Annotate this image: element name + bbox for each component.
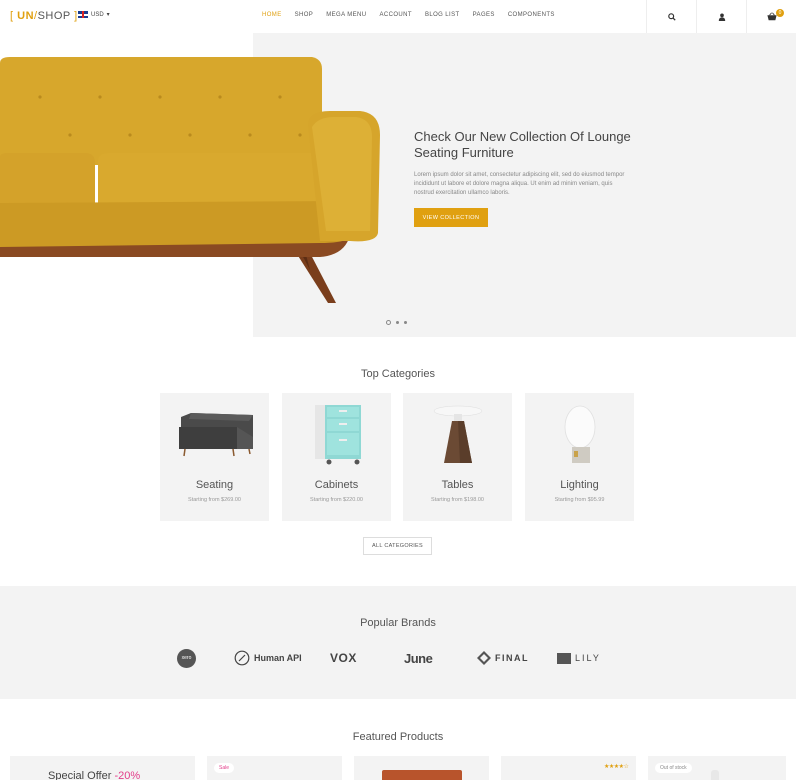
site-header: [ UN/SHOP ] USD ▾ HOME SHOP MEGA MENU AC… (0, 0, 796, 33)
final-logo-icon (477, 651, 491, 665)
cabinet-image (314, 405, 361, 465)
category-price: Starting from $220.00 (310, 497, 363, 503)
special-offer-text: Special Offer -20% (48, 770, 140, 780)
brand-name: VOX (330, 651, 357, 665)
brand-name: LILY (575, 653, 601, 663)
category-image-wrap (160, 401, 269, 471)
product-image (711, 770, 719, 780)
category-image-wrap (525, 401, 634, 471)
search-button[interactable] (646, 0, 696, 33)
category-name: Lighting (560, 479, 599, 491)
offer-percentage: -20% (114, 770, 141, 780)
category-name: Tables (441, 479, 474, 491)
category-image-wrap (282, 401, 391, 471)
logo-un: UN (17, 10, 35, 22)
lamp-image (564, 405, 595, 463)
rating-stars: ★★★★☆ (604, 764, 629, 770)
nav-blog-list[interactable]: BLOG LIST (425, 12, 460, 18)
brand-final[interactable]: FINAL (477, 648, 529, 668)
category-image-wrap (403, 401, 512, 471)
lily-logo-icon (557, 652, 571, 664)
hero-description: Lorem ipsum dolor sit amet, consectetur … (414, 172, 625, 196)
sale-badge: Sale (214, 763, 235, 773)
side-table-image (433, 405, 482, 463)
category-price: Starting from $198.00 (431, 497, 484, 503)
category-card-seating[interactable]: Seating Starting from $269.00 (160, 393, 269, 521)
header-actions: 0 (646, 0, 796, 33)
view-collection-button[interactable]: VIEW COLLECTION (414, 208, 488, 227)
slider-dots (386, 320, 407, 325)
brand-xero[interactable]: xero (177, 648, 196, 668)
category-price: Starting from $269.00 (188, 497, 241, 503)
category-name: Cabinets (314, 479, 359, 491)
offer-label: Special Offer (48, 770, 112, 780)
nav-components[interactable]: COMPONENTS (508, 12, 555, 18)
currency-label: USD (91, 11, 104, 18)
slide-dot-3[interactable] (404, 321, 407, 324)
nav-mega-menu[interactable]: MEGA MENU (326, 12, 366, 18)
all-categories-button[interactable]: ALL CATEGORIES (363, 537, 432, 555)
armchair-image (178, 413, 253, 457)
product-image (382, 770, 462, 780)
featured-products-title: Featured Products (352, 731, 444, 743)
category-price: Starting from $95.99 (554, 497, 605, 503)
nav-shop[interactable]: SHOP (295, 12, 314, 18)
top-categories-title: Top Categories (361, 368, 435, 380)
brand-vox[interactable]: VOX (330, 648, 357, 668)
main-nav: HOME SHOP MEGA MENU ACCOUNT BLOG LIST PA… (262, 12, 568, 18)
uk-flag-icon (78, 11, 88, 18)
search-icon (667, 12, 676, 21)
brand-june[interactable]: June (404, 648, 433, 668)
out-of-stock-badge: Out of stock (655, 763, 692, 773)
nav-account[interactable]: ACCOUNT (380, 12, 412, 18)
account-button[interactable] (696, 0, 746, 33)
category-card-tables[interactable]: Tables Starting from $198.00 (403, 393, 512, 521)
logo-bracket-open: [ (10, 10, 14, 22)
chevron-down-icon: ▾ (106, 12, 110, 18)
nav-pages[interactable]: PAGES (473, 12, 495, 18)
sofa-image (0, 57, 380, 303)
brand-name: Human API (254, 653, 302, 663)
slide-dot-1[interactable] (386, 320, 391, 325)
nav-home[interactable]: HOME (262, 12, 282, 18)
slide-dot-2[interactable] (396, 321, 399, 324)
brand-name: FINAL (495, 653, 529, 663)
brand-human-api[interactable]: Human API (234, 648, 302, 668)
brand-name: June (404, 650, 433, 666)
human-api-logo-icon (234, 650, 250, 666)
brands-section (0, 586, 796, 699)
category-card-lighting[interactable]: Lighting Starting from $95.99 (525, 393, 634, 521)
category-name: Seating (195, 479, 234, 491)
cart-count-badge: 0 (776, 9, 784, 17)
logo-shop: SHOP (37, 10, 71, 22)
currency-selector[interactable]: USD ▾ (78, 11, 110, 18)
basket-icon (766, 12, 777, 21)
user-icon (718, 13, 725, 21)
popular-brands-title: Popular Brands (360, 617, 436, 629)
xero-logo-icon: xero (177, 648, 196, 668)
hero-title: Check Our New Collection Of Lounge Seati… (414, 129, 631, 160)
category-card-cabinets[interactable]: Cabinets Starting from $220.00 (282, 393, 391, 521)
cart-button[interactable]: 0 (746, 0, 796, 33)
brand-lily[interactable]: LILY (557, 648, 601, 668)
logo[interactable]: [ UN/SHOP ] (10, 10, 78, 22)
